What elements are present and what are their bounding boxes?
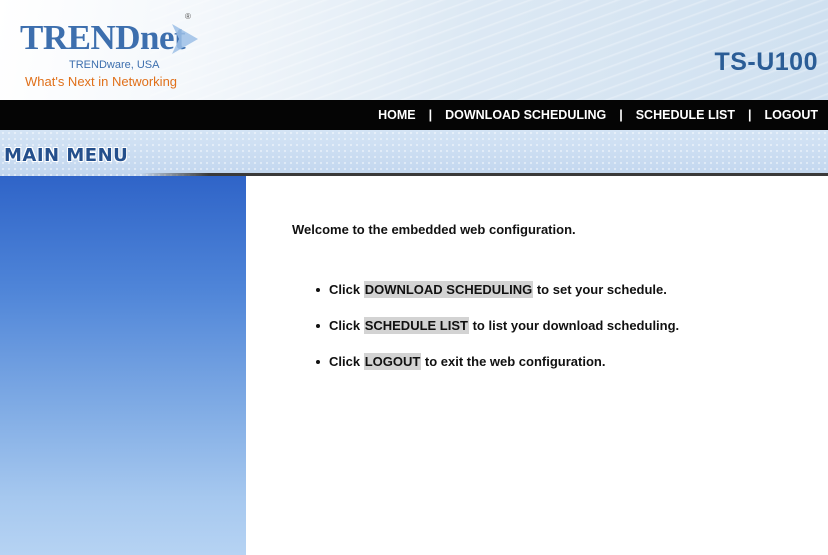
main-menu-band: MAIN MENU bbox=[0, 130, 828, 176]
model-name: TS-U100 bbox=[714, 48, 818, 76]
list-item: Click SCHEDULE LIST to list your downloa… bbox=[316, 317, 680, 354]
list-item: Click LOGOUT to exit the web configurati… bbox=[316, 353, 679, 390]
bullet-icon bbox=[316, 287, 320, 292]
logo-subtitle: TRENDware, USA bbox=[69, 59, 160, 71]
nav-links: HOME | DOWNLOAD SCHEDULING | SCHEDULE LI… bbox=[378, 100, 818, 130]
logo-tagline: What's Next in Networking bbox=[25, 74, 178, 89]
header: TRENDnet ® TRENDware, USA What's Next in… bbox=[0, 0, 828, 100]
nav-download-scheduling-link[interactable]: DOWNLOAD SCHEDULING bbox=[445, 108, 606, 122]
nav-logout-link[interactable]: LOGOUT bbox=[765, 108, 818, 122]
item-suffix: to list your download scheduling. bbox=[468, 318, 680, 333]
item-suffix: to exit the web configuration. bbox=[421, 354, 606, 369]
download-scheduling-link[interactable]: DOWNLOAD SCHEDULING bbox=[363, 281, 534, 298]
nav-home-link[interactable]: HOME bbox=[378, 108, 416, 122]
sidebar bbox=[0, 176, 246, 555]
logo-name: TRENDnet bbox=[20, 18, 186, 57]
item-prefix: Click bbox=[329, 282, 364, 297]
nav-schedule-list-link[interactable]: SCHEDULE LIST bbox=[636, 108, 735, 122]
item-suffix: to set your schedule. bbox=[533, 282, 667, 297]
item-prefix: Click bbox=[329, 318, 364, 333]
nav-separator: | bbox=[619, 108, 623, 122]
registered-mark: ® bbox=[185, 12, 191, 21]
item-prefix: Click bbox=[329, 354, 364, 369]
trendnet-arrow-icon bbox=[172, 24, 198, 54]
list-item: Click DOWNLOAD SCHEDULING to set your sc… bbox=[316, 281, 679, 318]
nav-separator: | bbox=[428, 108, 433, 122]
nav-separator: | bbox=[748, 108, 752, 122]
schedule-list-link[interactable]: SCHEDULE LIST bbox=[363, 317, 469, 334]
welcome-text: Welcome to the embedded web configuratio… bbox=[292, 222, 576, 237]
instruction-list: Click DOWNLOAD SCHEDULING to set your sc… bbox=[316, 281, 680, 390]
bullet-icon bbox=[316, 323, 320, 328]
nav-bar: HOME | DOWNLOAD SCHEDULING | SCHEDULE LI… bbox=[0, 100, 828, 130]
page-title: MAIN MENU bbox=[4, 145, 129, 166]
trendnet-logo: TRENDnet ® TRENDware, USA What's Next in… bbox=[16, 12, 206, 94]
logout-link[interactable]: LOGOUT bbox=[363, 353, 422, 370]
bullet-icon bbox=[316, 359, 320, 364]
